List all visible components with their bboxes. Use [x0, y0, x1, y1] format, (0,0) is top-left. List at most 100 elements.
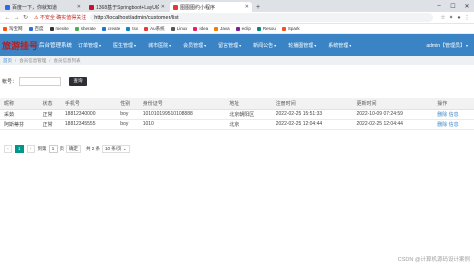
bookmark-item[interactable]: tsx [126, 26, 138, 31]
star-icon[interactable]: ☆ [439, 14, 447, 22]
nav-item[interactable]: 新闻公告 ▾ [247, 42, 282, 49]
bookmark-item[interactable]: Au系统 [144, 26, 165, 32]
search-form: 帐号： 查询 [0, 74, 88, 88]
table-cell: 北京 [225, 119, 272, 130]
nav-item-label: 系统管理 [328, 42, 349, 49]
window-close-icon[interactable]: ✕ [460, 0, 474, 12]
nav-item-label: 订单管理 [78, 42, 99, 49]
breadcrumb-home[interactable]: 首页 [3, 58, 12, 64]
page-size-select[interactable]: 10 条/页 ⌄ [102, 144, 130, 153]
table-cell: boy [116, 109, 139, 120]
browser-tab-1[interactable]: 百度一下，你就知道 ✕ [2, 2, 84, 12]
row-actions[interactable]: 删除 信息 [433, 119, 474, 130]
maximize-icon[interactable]: ☐ [446, 0, 460, 12]
nav-item[interactable]: 留言管理 ▾ [212, 42, 247, 49]
table-header-cell: 昵称 [0, 98, 39, 110]
bookmark-favicon-icon [144, 26, 149, 31]
forward-icon[interactable]: → [12, 13, 21, 22]
bookmarks-bar: 淘宝网 百度 mexite sherate create tsx Au系统 Linux Idea… [0, 24, 474, 34]
nav-item[interactable]: 医生管理 ▾ [107, 42, 142, 49]
prev-page-button[interactable]: ‹ [4, 144, 12, 153]
extension-icon[interactable]: ✦ [447, 14, 455, 22]
address-bar[interactable]: http://localhost/admin/customer/list [90, 13, 433, 22]
bookmark-label: Resou [262, 26, 276, 31]
bookmark-item[interactable]: 百度 [28, 25, 44, 32]
goto-value: 1 [51, 146, 55, 151]
table-header-cell: 注册时间 [271, 98, 353, 110]
bookmark-favicon-icon [74, 26, 79, 31]
bookmark-item[interactable]: Linux [170, 26, 188, 31]
security-warning[interactable]: ⚠ 不安全 确实值得关注 [34, 14, 86, 21]
table-row: 阿斯蒂芬 正常 18812345555 boy 1010 北京 2022-02-25 12:… [0, 119, 474, 130]
table-cell: 18812345555 [60, 119, 117, 130]
bookmark-item[interactable]: mexite [49, 26, 69, 31]
breadcrumb-level1[interactable]: 会员信息管理 [19, 58, 46, 64]
bookmark-label: Spark [287, 26, 300, 31]
bookmark-label: Linux [176, 26, 188, 31]
close-icon[interactable]: ✕ [245, 4, 249, 10]
bookmark-item[interactable]: sherate [74, 26, 96, 31]
nav-item-label: 医生管理 [113, 42, 134, 49]
nav-item-label: 留言管理 [218, 42, 239, 49]
bookmark-item[interactable]: Spark [281, 26, 300, 31]
bookmark-favicon-icon [3, 26, 7, 31]
nav-item-label: 会员管理 [183, 42, 204, 49]
table-row: 采茹 正常 18812340000 boy 101010199510108888 北京朝阳… [0, 109, 474, 120]
admin-label: admin【管理员】 [426, 42, 465, 49]
table-cell: 正常 [38, 109, 61, 120]
chevron-down-icon: ▾ [204, 42, 207, 48]
bookmark-label: 百度 [34, 25, 44, 31]
logo-main: 旅游挂号 [2, 41, 39, 52]
admin-menu[interactable]: admin【管理员】 ▾ [426, 34, 468, 56]
baidu-favicon-icon [5, 4, 10, 10]
bookmark-label: Java [220, 26, 230, 31]
pagination: ‹ 1 › 到第 1 页 确定 共 2 条 10 条/页 ⌄ [4, 144, 130, 153]
page-current[interactable]: 1 [15, 144, 24, 153]
goto-page-input[interactable]: 1 [48, 144, 58, 153]
chevron-down-icon: ▾ [134, 42, 137, 48]
nav-item[interactable]: 订单管理 ▾ [72, 42, 107, 49]
browser-tab-3[interactable]: 图图图约小程序 ✕ [170, 2, 252, 12]
next-page-button[interactable]: › [26, 144, 35, 153]
account-search-input[interactable] [19, 76, 62, 86]
goto-confirm-button[interactable]: 确定 [66, 144, 82, 153]
back-icon[interactable]: ← [3, 13, 12, 22]
table-cell: 2022-02-25 15:51:33 [271, 109, 353, 120]
bookmark-item[interactable]: eclip [235, 26, 251, 31]
nav-item[interactable]: 城市医院 ▾ [142, 42, 177, 49]
tab-label: 图图图约小程序 [180, 4, 216, 11]
tab-label: 1368基于Springboot+LayUI的... [96, 4, 159, 11]
close-icon[interactable]: ✕ [77, 4, 81, 10]
bookmark-item[interactable]: Java [214, 26, 230, 31]
nav-item[interactable]: 系统管理 ▾ [322, 42, 357, 49]
nav-item-label: 城市医院 [148, 42, 169, 49]
table-cell: 18812340000 [60, 109, 117, 120]
bookmark-item[interactable]: 淘宝网 [3, 26, 23, 32]
bookmark-item[interactable]: Idea [193, 26, 208, 31]
nav-item[interactable]: 会员管理 ▾ [177, 42, 212, 49]
reload-icon[interactable]: ↻ [21, 13, 30, 22]
bookmark-item[interactable]: create [101, 26, 120, 31]
total-count: 共 2 条 [86, 145, 101, 151]
profile-icon[interactable]: ● [455, 14, 463, 22]
new-tab-button[interactable]: + [254, 2, 262, 12]
bookmark-favicon-icon [28, 26, 33, 31]
address-url: http://localhost/admin/customer/list [94, 14, 179, 21]
bookmark-item[interactable]: Resou [256, 26, 276, 31]
security-label: ⚠ 不安全 [34, 15, 55, 21]
account-label: 帐号： [2, 78, 18, 85]
close-icon[interactable]: ✕ [161, 4, 165, 10]
table-cell: 2022-02-25 12:04:44 [352, 119, 434, 130]
bookmark-label: Au系统 [150, 25, 165, 31]
table-header-cell: 手机号 [60, 98, 117, 110]
minimize-icon[interactable]: – [432, 0, 446, 12]
search-button[interactable]: 查询 [69, 76, 88, 86]
table-cell: boy [116, 119, 139, 130]
app-logo[interactable]: 旅游挂号 后台管理系统 [0, 34, 72, 56]
table-cell: 北京朝阳区 [225, 109, 272, 120]
row-actions[interactable]: 删除 信息 [433, 109, 474, 120]
menu-icon[interactable]: ⋮ [463, 14, 471, 22]
browser-tab-2[interactable]: 1368基于Springboot+LayUI的... ✕ [86, 2, 168, 12]
nav-item[interactable]: 轮播图管理 ▾ [282, 42, 322, 49]
csdn-favicon-icon [89, 4, 94, 10]
